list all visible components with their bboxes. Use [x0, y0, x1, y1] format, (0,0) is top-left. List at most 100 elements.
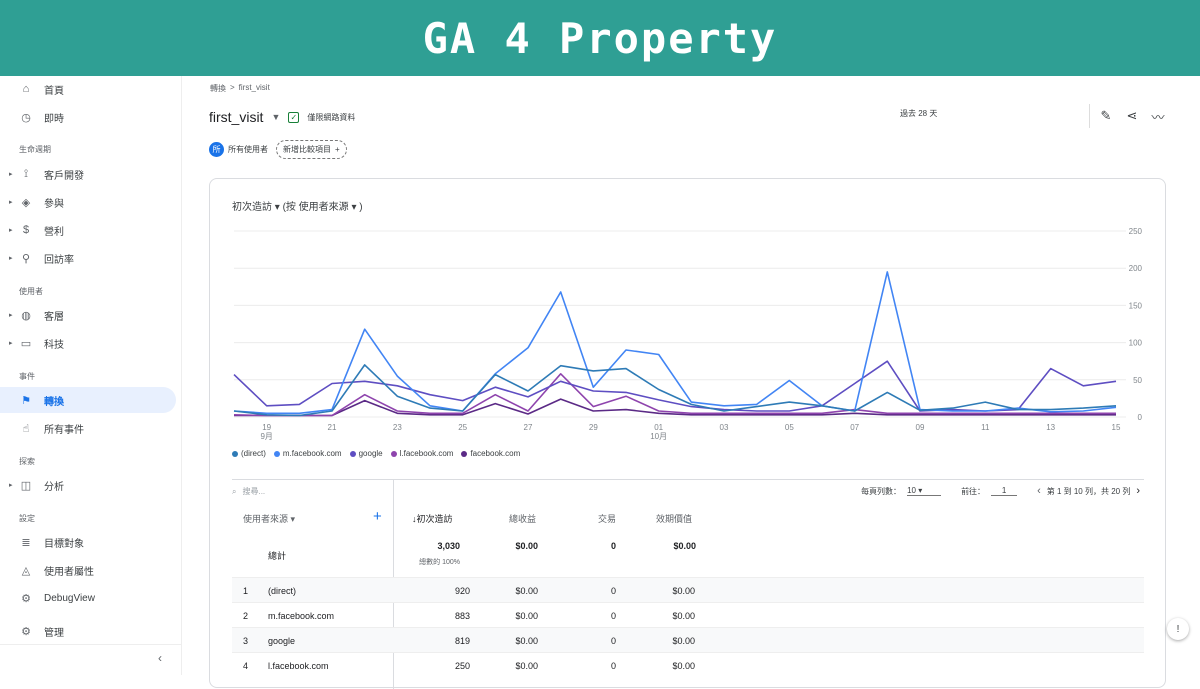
next-page-icon[interactable]: › — [1136, 485, 1140, 497]
sidebar-item-admin[interactable]: ⚙ 管理 — [0, 618, 176, 644]
chart-metric-selector[interactable]: 初次造訪 ▾ (按 使用者來源 ▾ ) — [232, 198, 363, 213]
pagination: 每頁列數： 10 ▾ 前往： 1 ‹ 第 1 到 10 列，共 20 列 › — [861, 485, 1140, 497]
sidebar-item-label: 管理 — [44, 627, 64, 639]
x-tick-label: 27 — [524, 423, 533, 432]
sidebar-item-home[interactable]: ⌂ 首頁 — [0, 76, 176, 102]
user-property-icon: ◬ — [21, 564, 31, 577]
table-row[interactable]: 3 google 819 $0.00 0 $0.00 — [232, 627, 1144, 652]
series-line-google — [233, 360, 1117, 412]
legend-label: (direct) — [241, 449, 266, 458]
legend-label: facebook.com — [470, 449, 521, 458]
rows-per-page-value: 10 — [907, 486, 916, 495]
col-header-first-visits[interactable]: ↓初次造訪 — [412, 512, 453, 525]
x-tick-label: 01 — [654, 423, 663, 432]
feedback-icon: ! — [1176, 623, 1180, 635]
sidebar-item-engagement[interactable]: ▸ ◈ 參與 — [0, 189, 176, 215]
expand-caret-icon: ▸ — [9, 199, 13, 206]
home-icon: ⌂ — [22, 83, 30, 95]
insights-icon[interactable]: 〰 — [1150, 107, 1166, 126]
sidebar-item-realtime[interactable]: ◷ 即時 — [0, 104, 176, 130]
segment-label: 所有使用者 — [228, 145, 268, 154]
expand-caret-icon: ▸ — [9, 255, 13, 262]
event-name[interactable]: first_visit — [209, 109, 263, 125]
sidebar-item-demographics[interactable]: ▸ ◍ 客層 — [0, 302, 176, 328]
chevron-left-icon[interactable]: ‹ — [158, 651, 162, 665]
add-comparison-button[interactable]: 新增比較項目 + — [276, 140, 347, 159]
row-first-visits: 920 — [454, 586, 470, 596]
total-revenue: $0.00 — [515, 541, 538, 551]
sidebar-item-user-properties[interactable]: ◬ 使用者屬性 — [0, 557, 176, 583]
row-index: 3 — [243, 636, 249, 646]
sidebar-item-label: 首頁 — [44, 85, 64, 97]
sidebar-item-label: 即時 — [44, 113, 64, 125]
feedback-button[interactable]: ! — [1167, 618, 1189, 640]
sidebar-item-audiences[interactable]: ≣ 目標對象 — [0, 529, 176, 555]
row-transactions: 0 — [610, 636, 616, 646]
y-tick-label: 200 — [1129, 264, 1143, 273]
banner-title: GA 4 Property — [422, 13, 778, 63]
section-events: 事件 — [19, 372, 35, 381]
table-row[interactable]: 4 l.facebook.com 250 $0.00 0 $0.00 — [232, 652, 1144, 677]
acquisition-icon: ⟟ — [23, 167, 29, 180]
row-ltv: $0.00 — [672, 661, 695, 671]
y-tick-label: 50 — [1133, 376, 1142, 385]
clock-icon: ◷ — [21, 111, 31, 124]
total-transactions: 0 — [610, 541, 616, 551]
row-first-visits: 819 — [454, 636, 470, 646]
globe-icon: ◍ — [21, 309, 31, 322]
sidebar-item-retention[interactable]: ▸ ⚲ 回訪率 — [0, 245, 176, 271]
row-first-visits: 250 — [454, 661, 470, 671]
date-range[interactable]: 過去 28 天 — [900, 108, 937, 119]
legend-item[interactable]: m.facebook.com — [273, 449, 342, 458]
table-search[interactable]: ⌕ 搜尋... — [232, 486, 265, 497]
sidebar-item-tech[interactable]: ▸ ▭ 科技 — [0, 330, 176, 356]
plus-icon: + — [335, 145, 340, 154]
section-config: 設定 — [19, 514, 35, 523]
search-input[interactable]: 搜尋... — [242, 486, 265, 497]
report-card: 初次造訪 ▾ (按 使用者來源 ▾ ) 250 200 150 100 50 0 19 21 2… — [209, 178, 1166, 689]
prev-page-icon[interactable]: ‹ — [1037, 485, 1041, 497]
sidebar-item-conversions[interactable]: ⚑ 轉換 — [0, 387, 176, 413]
section-explore: 探索 — [19, 457, 35, 466]
sidebar-collapse[interactable]: ‹ — [0, 644, 182, 674]
legend-item[interactable]: facebook.com — [461, 449, 520, 458]
segment-avatar: 所 — [209, 142, 224, 157]
col-header-transactions[interactable]: 交易 — [598, 512, 616, 525]
page-range: 第 1 到 10 列，共 20 列 — [1046, 486, 1131, 496]
table-row[interactable]: 2 m.facebook.com 883 $0.00 0 $0.00 — [232, 602, 1144, 627]
sidebar-item-acquisition[interactable]: ▸ ⟟ 客戶開發 — [0, 161, 176, 187]
legend-item[interactable]: google — [349, 449, 383, 458]
sidebar-item-debugview[interactable]: ⚙ DebugView — [0, 585, 176, 611]
x-tick-label: 11 — [981, 423, 990, 432]
x-tick-label: 25 — [458, 423, 467, 432]
edit-report-icon[interactable]: ✎ — [1098, 108, 1114, 124]
add-comparison-label: 新增比較項目 — [283, 145, 331, 154]
table-row[interactable]: 1 (direct) 920 $0.00 0 $0.00 — [232, 577, 1144, 602]
expand-caret-icon: ▸ — [9, 171, 13, 178]
y-tick-label: 250 — [1129, 227, 1143, 236]
row-transactions: 0 — [610, 611, 616, 621]
sidebar-item-analysis[interactable]: ▸ ◫ 分析 — [0, 472, 176, 498]
legend-item[interactable]: (direct) — [232, 449, 266, 458]
title-banner: GA 4 Property — [0, 0, 1200, 76]
share-icon[interactable]: ⋖ — [1124, 108, 1140, 124]
sidebar-item-monetization[interactable]: ▸ $ 營利 — [0, 217, 176, 243]
legend-item[interactable]: l.facebook.com — [390, 449, 453, 458]
goto-input[interactable]: 1 — [991, 486, 1018, 496]
breadcrumb-parent[interactable]: 轉換 — [210, 83, 226, 94]
sidebar-item-label: 客戶開發 — [44, 170, 84, 182]
row-revenue: $0.00 — [515, 586, 538, 596]
col-header-ltv[interactable]: 效期價值 — [656, 512, 692, 525]
add-dimension-icon[interactable]: + — [373, 508, 382, 525]
event-selector[interactable]: first_visit ▼ ✓ 僅限網路資料 — [209, 109, 355, 125]
row-source: google — [268, 636, 296, 646]
dropdown-icon[interactable]: ▼ — [271, 112, 280, 122]
rows-per-page-label: 每頁列數： — [861, 486, 902, 496]
rows-per-page-select[interactable]: 10 ▾ — [907, 486, 942, 496]
dimension-header[interactable]: 使用者來源 ▾ — [243, 512, 295, 525]
col-header-revenue[interactable]: 總收益 — [509, 512, 536, 525]
sidebar-item-label: DebugView — [44, 592, 95, 604]
segment-chip[interactable]: 所 所有使用者 — [209, 142, 268, 157]
legend-label: google — [358, 449, 383, 458]
sidebar-item-all-events[interactable]: ☝ 所有事件 — [0, 415, 176, 441]
